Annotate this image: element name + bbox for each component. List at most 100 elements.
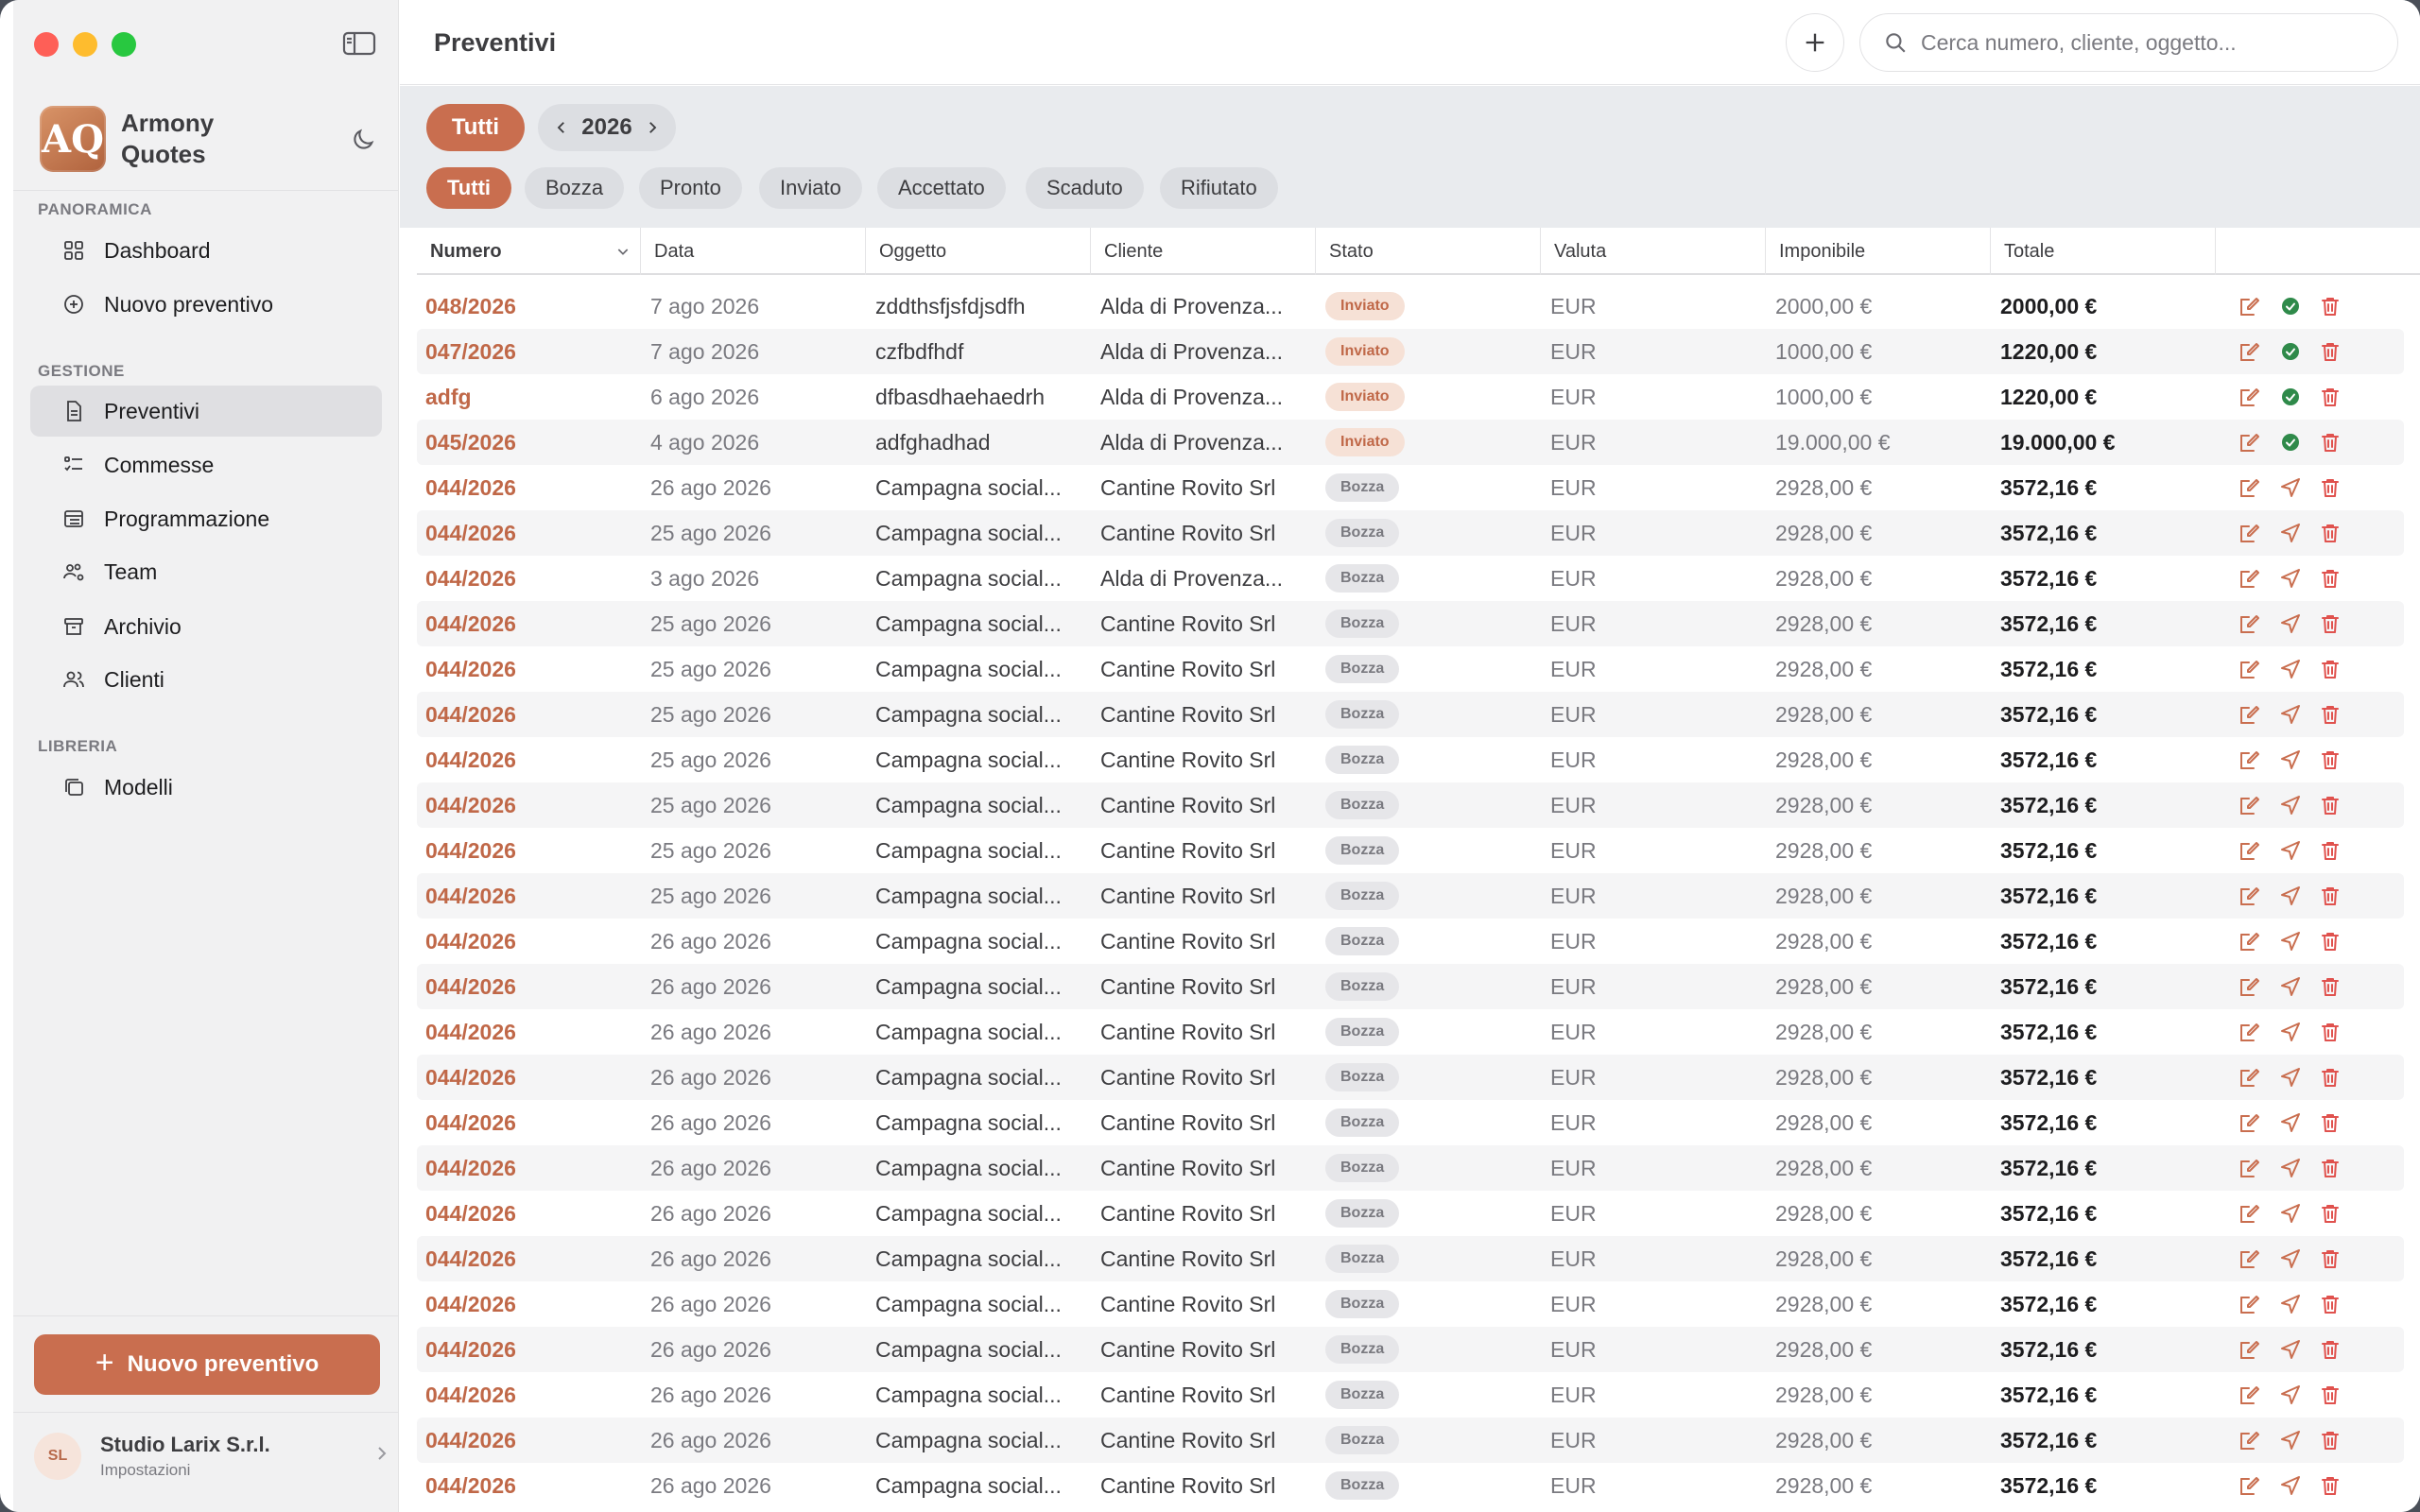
delete-icon[interactable] bbox=[2319, 295, 2342, 318]
accept-check-icon[interactable] bbox=[2279, 386, 2302, 408]
delete-icon[interactable] bbox=[2319, 1474, 2342, 1497]
table-row[interactable]: 044/2026 26 ago 2026 Campagna social... Can… bbox=[417, 1145, 2404, 1191]
edit-icon[interactable] bbox=[2238, 1202, 2260, 1225]
cell-numero[interactable]: 044/2026 bbox=[425, 692, 516, 737]
status-tab-accettato[interactable]: Accettato bbox=[877, 167, 1006, 209]
delete-icon[interactable] bbox=[2319, 1429, 2342, 1452]
close-window-button[interactable] bbox=[34, 32, 59, 57]
delete-icon[interactable] bbox=[2319, 1293, 2342, 1315]
delete-icon[interactable] bbox=[2319, 386, 2342, 408]
send-icon[interactable] bbox=[2279, 1157, 2302, 1179]
table-row[interactable]: 044/2026 25 ago 2026 Campagna social... Can… bbox=[417, 510, 2404, 556]
send-icon[interactable] bbox=[2279, 794, 2302, 816]
table-row[interactable]: 044/2026 26 ago 2026 Campagna social... Can… bbox=[417, 919, 2404, 964]
cell-numero[interactable]: 044/2026 bbox=[425, 1463, 516, 1508]
edit-icon[interactable] bbox=[2238, 295, 2260, 318]
edit-icon[interactable] bbox=[2238, 1338, 2260, 1361]
cell-numero[interactable]: 044/2026 bbox=[425, 556, 516, 601]
minimize-window-button[interactable] bbox=[73, 32, 97, 57]
add-quote-button[interactable] bbox=[1786, 13, 1844, 72]
delete-icon[interactable] bbox=[2319, 522, 2342, 544]
table-row[interactable]: 044/2026 26 ago 2026 Campagna social... Can… bbox=[417, 1009, 2404, 1055]
delete-icon[interactable] bbox=[2319, 431, 2342, 454]
send-icon[interactable] bbox=[2279, 522, 2302, 544]
delete-icon[interactable] bbox=[2319, 476, 2342, 499]
edit-icon[interactable] bbox=[2238, 431, 2260, 454]
edit-icon[interactable] bbox=[2238, 340, 2260, 363]
cell-numero[interactable]: 044/2026 bbox=[425, 646, 516, 692]
edit-icon[interactable] bbox=[2238, 1157, 2260, 1179]
sidebar-toggle-icon[interactable] bbox=[342, 30, 376, 57]
table-row[interactable]: 044/2026 26 ago 2026 Campagna social... Can… bbox=[417, 1191, 2404, 1236]
send-icon[interactable] bbox=[2279, 1021, 2302, 1043]
send-icon[interactable] bbox=[2279, 748, 2302, 771]
edit-icon[interactable] bbox=[2238, 1111, 2260, 1134]
table-row[interactable]: 044/2026 25 ago 2026 Campagna social... Can… bbox=[417, 873, 2404, 919]
send-icon[interactable] bbox=[2279, 612, 2302, 635]
send-icon[interactable] bbox=[2279, 885, 2302, 907]
column-header-oggetto[interactable]: Oggetto bbox=[866, 228, 1091, 275]
sidebar-item-modelli[interactable]: Modelli bbox=[30, 762, 382, 813]
cell-numero[interactable]: 045/2026 bbox=[425, 420, 516, 465]
delete-icon[interactable] bbox=[2319, 703, 2342, 726]
edit-icon[interactable] bbox=[2238, 885, 2260, 907]
cell-numero[interactable]: 044/2026 bbox=[425, 737, 516, 782]
accept-check-icon[interactable] bbox=[2279, 340, 2302, 363]
cell-numero[interactable]: 044/2026 bbox=[425, 1145, 516, 1191]
account-settings-row[interactable]: SL Studio Larix S.r.l. Impostazioni bbox=[34, 1427, 393, 1486]
sidebar-item-programmazione[interactable]: Programmazione bbox=[30, 493, 382, 544]
sidebar-item-archivio[interactable]: Archivio bbox=[30, 601, 382, 652]
sidebar-item-commesse[interactable]: Commesse bbox=[30, 439, 382, 490]
cell-numero[interactable]: 044/2026 bbox=[425, 601, 516, 646]
sidebar-item-dashboard[interactable]: Dashboard bbox=[30, 225, 382, 276]
edit-icon[interactable] bbox=[2238, 975, 2260, 998]
table-row[interactable]: 044/2026 3 ago 2026 Campagna social... Alda… bbox=[417, 556, 2404, 601]
send-icon[interactable] bbox=[2279, 1474, 2302, 1497]
column-header-data[interactable]: Data bbox=[641, 228, 866, 275]
delete-icon[interactable] bbox=[2319, 612, 2342, 635]
edit-icon[interactable] bbox=[2238, 703, 2260, 726]
cell-numero[interactable]: 044/2026 bbox=[425, 1236, 516, 1281]
delete-icon[interactable] bbox=[2319, 1111, 2342, 1134]
table-row[interactable]: 044/2026 26 ago 2026 Campagna social... Can… bbox=[417, 1281, 2404, 1327]
table-row[interactable]: 044/2026 25 ago 2026 Campagna social... Can… bbox=[417, 828, 2404, 873]
column-header-valuta[interactable]: Valuta bbox=[1541, 228, 1766, 275]
cell-numero[interactable]: 044/2026 bbox=[425, 510, 516, 556]
delete-icon[interactable] bbox=[2319, 1338, 2342, 1361]
edit-icon[interactable] bbox=[2238, 930, 2260, 953]
column-header-stato[interactable]: Stato bbox=[1316, 228, 1541, 275]
send-icon[interactable] bbox=[2279, 567, 2302, 590]
delete-icon[interactable] bbox=[2319, 794, 2342, 816]
delete-icon[interactable] bbox=[2319, 1383, 2342, 1406]
edit-icon[interactable] bbox=[2238, 794, 2260, 816]
status-tab-rifiutato[interactable]: Rifiutato bbox=[1160, 167, 1278, 209]
search-input[interactable] bbox=[1921, 29, 2375, 56]
send-icon[interactable] bbox=[2279, 839, 2302, 862]
cell-numero[interactable]: 044/2026 bbox=[425, 1100, 516, 1145]
edit-icon[interactable] bbox=[2238, 1021, 2260, 1043]
send-icon[interactable] bbox=[2279, 1066, 2302, 1089]
table-row[interactable]: adfg 6 ago 2026 dfbasdhaehaedrh Alda di Pro… bbox=[417, 374, 2404, 420]
send-icon[interactable] bbox=[2279, 1293, 2302, 1315]
table-row[interactable]: 044/2026 25 ago 2026 Campagna social... Can… bbox=[417, 782, 2404, 828]
chevron-right-icon[interactable] bbox=[644, 119, 661, 136]
delete-icon[interactable] bbox=[2319, 885, 2342, 907]
table-row[interactable]: 044/2026 26 ago 2026 Campagna social... Can… bbox=[417, 1463, 2404, 1508]
cell-numero[interactable]: 044/2026 bbox=[425, 1327, 516, 1372]
chevron-left-icon[interactable] bbox=[553, 119, 570, 136]
table-row[interactable]: 044/2026 26 ago 2026 Campagna social... Can… bbox=[417, 1100, 2404, 1145]
edit-icon[interactable] bbox=[2238, 522, 2260, 544]
edit-icon[interactable] bbox=[2238, 567, 2260, 590]
delete-icon[interactable] bbox=[2319, 1066, 2342, 1089]
table-row[interactable]: 044/2026 26 ago 2026 Campagna social... Can… bbox=[417, 1418, 2404, 1463]
accept-check-icon[interactable] bbox=[2279, 295, 2302, 318]
status-tab-pronto[interactable]: Pronto bbox=[639, 167, 742, 209]
cell-numero[interactable]: 044/2026 bbox=[425, 465, 516, 510]
cell-numero[interactable]: 044/2026 bbox=[425, 1281, 516, 1327]
cell-numero[interactable]: 044/2026 bbox=[425, 919, 516, 964]
send-icon[interactable] bbox=[2279, 703, 2302, 726]
delete-icon[interactable] bbox=[2319, 930, 2342, 953]
sidebar-item-team[interactable]: Team bbox=[30, 546, 382, 597]
edit-icon[interactable] bbox=[2238, 1383, 2260, 1406]
moon-icon[interactable] bbox=[350, 127, 376, 153]
